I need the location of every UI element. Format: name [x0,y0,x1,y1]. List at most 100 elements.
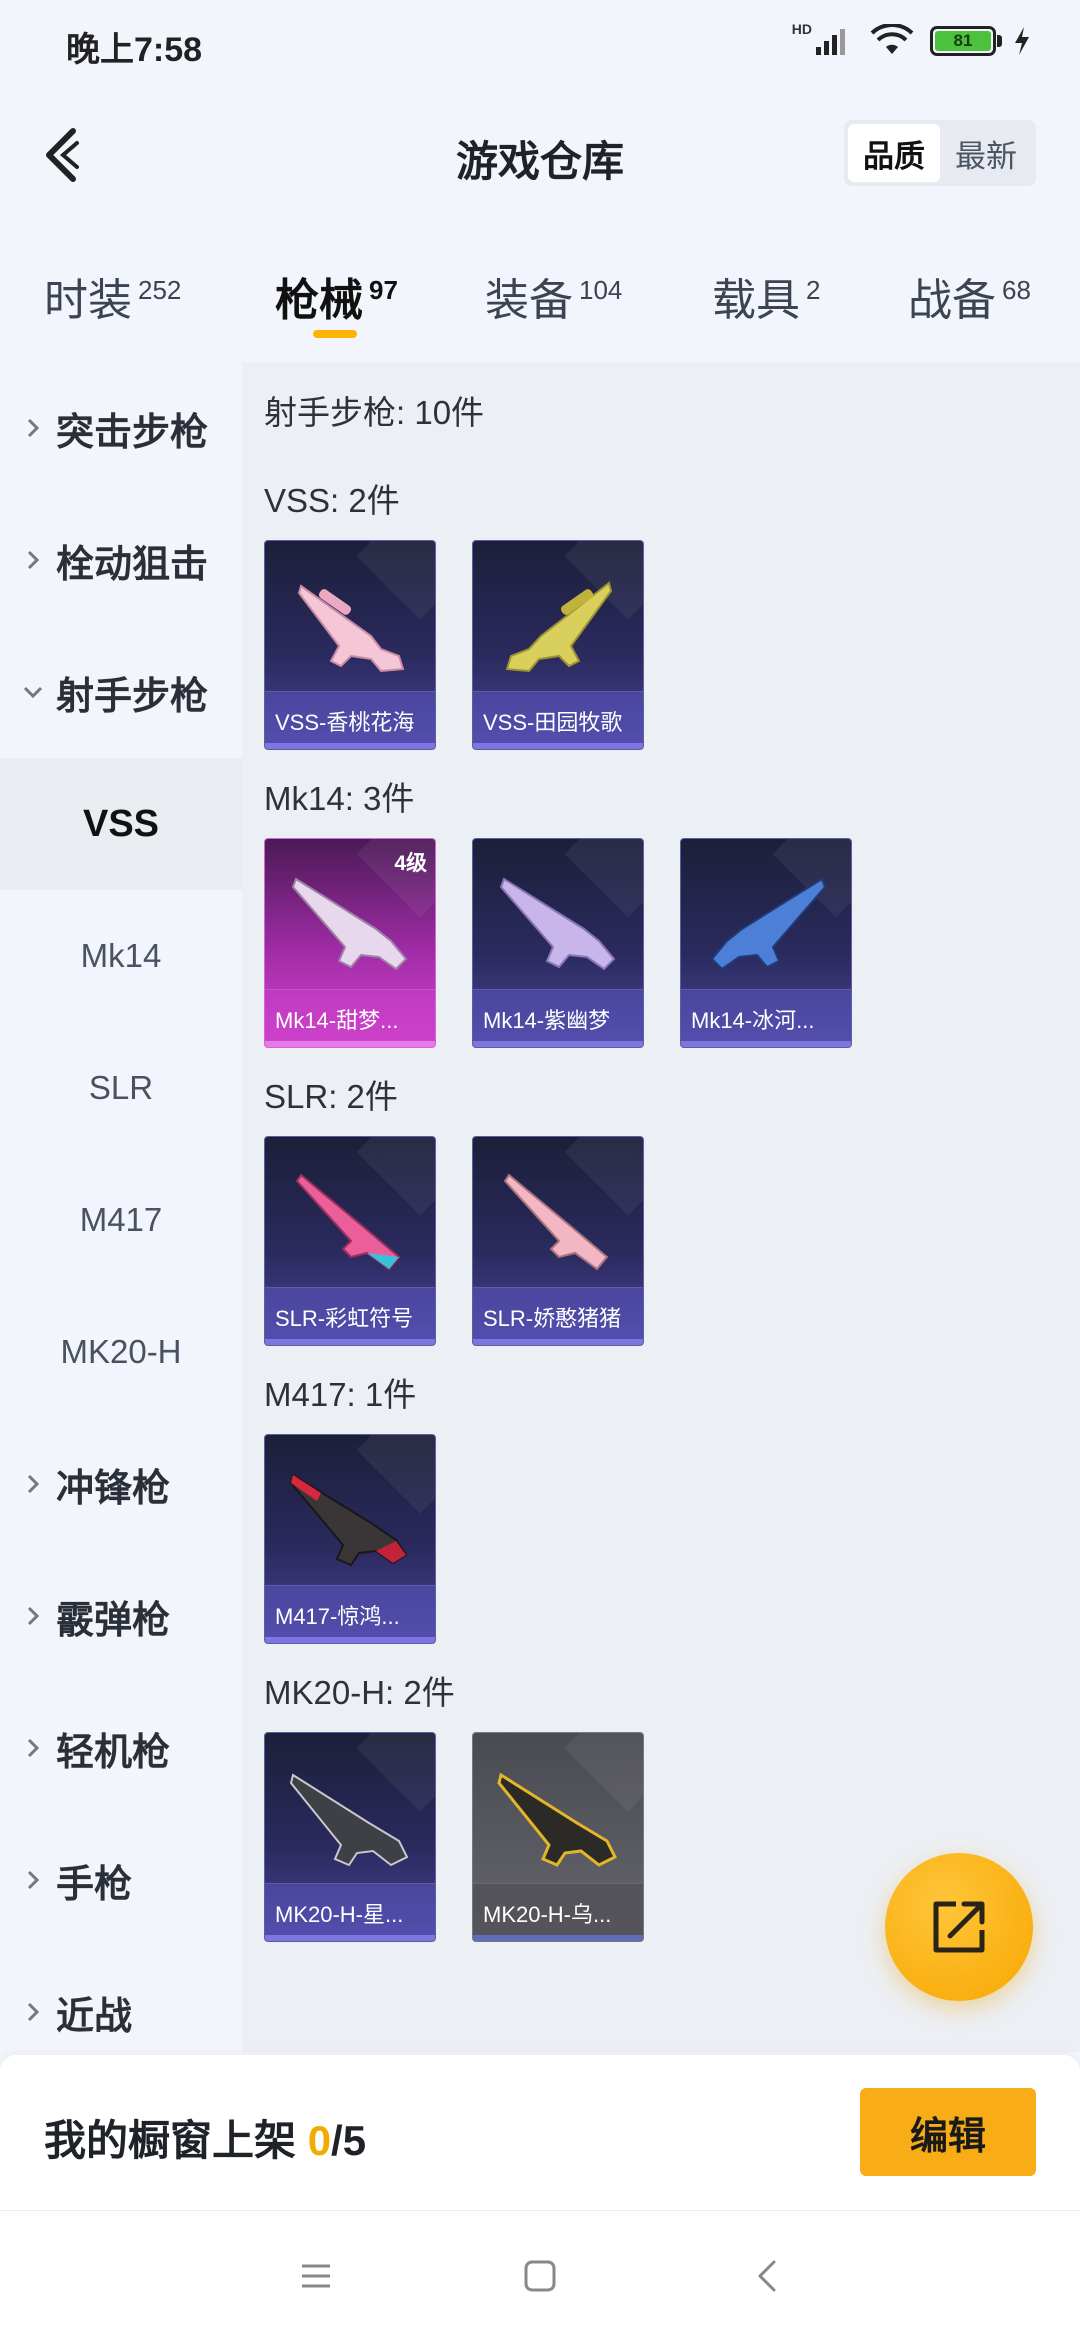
status-bar: 晚上7:58 HD 81 [0,0,1080,90]
tab-label: 战备 [908,276,996,325]
gun-image-icon [710,877,827,971]
sidebar-sub-vss[interactable]: VSS [0,758,242,890]
item-name: MK20-H-星... [275,1901,404,1927]
item-card[interactable]: MK20-H-星... [264,1732,436,1942]
card-name-bar: M417-惊鸿... [265,1585,435,1643]
share-button[interactable] [885,1853,1033,2001]
gun-image-icon [295,1173,401,1271]
tab-count: 68 [1002,275,1031,306]
card-name-bar: Mk14-冰河... [681,989,851,1047]
sidebar-sub-slr[interactable]: SLR [0,1022,242,1154]
sidebar-sub-mk20h[interactable]: MK20-H [0,1286,242,1418]
sidebar-sub-mk14[interactable]: Mk14 [0,890,242,1022]
item-card[interactable]: VSS-香桃花海 [264,540,436,750]
showcase-bar: 我的橱窗上架 0/5 编辑 [0,2055,1080,2210]
rarity-bar [265,1041,435,1047]
item-card[interactable]: Mk14-紫幽梦 [472,838,644,1048]
item-card[interactable]: VSS-田园牧歌 [472,540,644,750]
sort-quality-option[interactable]: 品质 [848,124,940,182]
sidebar-item-pistol[interactable]: 手枪 [0,1814,242,1946]
card-name-bar: Mk14-紫幽梦 [473,989,643,1047]
item-card[interactable]: 4级 Mk14-甜梦... [264,838,436,1048]
status-time: 晚上7:58 [66,31,203,69]
chevron-right-icon [0,2001,56,2023]
sidebar-item-label: 手枪 [56,1863,133,1906]
card-name-bar: SLR-娇憨猪猪 [473,1287,643,1345]
nav-back-button[interactable] [742,2251,792,2301]
sidebar-item-lmg[interactable]: 轻机枪 [0,1682,242,1814]
tab-firearms[interactable]: 枪械 97 [275,264,398,328]
item-card[interactable]: SLR-娇憨猪猪 [472,1136,644,1346]
share-external-icon [933,1901,985,1953]
group-title: M417: 1件 [264,1376,417,1413]
card-name-bar: SLR-彩虹符号 [265,1287,435,1345]
back-triangle-icon [758,2260,776,2292]
edit-button[interactable]: 编辑 [860,2088,1036,2176]
chevron-right-icon [0,1605,56,1627]
sidebar-item-shotgun[interactable]: 霰弹枪 [0,1550,242,1682]
group-title: VSS: 2件 [264,482,400,519]
showcase-count: 0 [307,2117,332,2164]
rarity-bar [265,1637,435,1643]
card-name-bar: MK20-H-乌... [473,1883,643,1941]
tab-count: 2 [806,275,821,306]
group-title: Mk14: 3件 [264,780,415,817]
sidebar-item-label: 射手步枪 [56,675,209,718]
tab-vehicles[interactable]: 载具 2 [712,264,820,328]
rarity-bar [473,1339,643,1345]
showcase-text: 我的橱窗上架 [44,2117,297,2164]
gun-image-icon [289,1773,409,1867]
item-name: Mk14-甜梦... [275,1007,399,1033]
sidebar-item-smg[interactable]: 冲锋枪 [0,1418,242,1550]
sort-newest-option[interactable]: 最新 [940,124,1032,182]
menu-icon [302,2264,330,2288]
rarity-bar [265,1935,435,1941]
home-square-icon [524,2260,556,2292]
sidebar-item-label: 栓动狙击 [56,543,209,586]
item-card[interactable]: MK20-H-乌... [472,1732,644,1942]
chevron-right-icon [0,1737,56,1759]
category-tabs: 时装 252 枪械 97 装备 104 载具 2 战备 68 [0,250,1080,360]
charging-icon [1015,27,1029,55]
tab-fashion[interactable]: 时装 252 [44,264,181,328]
card-name-bar: MK20-H-星... [265,1883,435,1941]
gun-image-icon [297,584,405,673]
system-nav-bar [0,2210,1080,2340]
gun-image-icon [497,1772,618,1867]
battery-icon: 81 [930,26,1002,56]
showcase-total: /5 [331,2117,367,2164]
section-title: 射手步枪: 10件 [264,394,485,431]
sidebar-item-bolt-sniper[interactable]: 栓动狙击 [0,494,242,626]
tab-label: 载具 [712,276,800,325]
battery-level: 81 [935,31,991,51]
showcase-label: 我的橱窗上架 0/5 [44,2107,366,2168]
item-name: VSS-田园牧歌 [483,709,623,735]
sidebar-item-assault-rifle[interactable]: 突击步枪 [0,362,242,494]
item-name: MK20-H-乌... [483,1901,612,1927]
nav-home-button[interactable] [515,2251,565,2301]
item-card[interactable]: M417-惊鸿... [264,1434,436,1644]
chevron-right-icon [0,1473,56,1495]
sidebar-item-marksman-rifle[interactable]: 射手步枪 [0,626,242,758]
hd-label: HD [791,21,812,37]
card-name-bar: VSS-田园牧歌 [473,691,643,749]
item-card[interactable]: Mk14-冰河... [680,838,852,1048]
tab-combat-gear[interactable]: 战备 68 [908,264,1031,328]
sidebar-sub-m417[interactable]: M417 [0,1154,242,1286]
item-name: SLR-彩虹符号 [275,1305,414,1331]
gun-image-icon [291,877,408,971]
card-name-bar: VSS-香桃花海 [265,691,435,749]
tab-equipment[interactable]: 装备 104 [485,264,622,328]
tab-count: 97 [369,275,398,306]
nav-menu-button[interactable] [291,2251,341,2301]
item-name: Mk14-紫幽梦 [483,1007,611,1033]
chevron-right-icon [0,1869,56,1891]
item-name: SLR-娇憨猪猪 [483,1305,622,1331]
tab-count: 252 [138,275,182,306]
rarity-bar [473,1935,643,1941]
sort-toggle: 品质 最新 [844,120,1036,186]
tab-label: 枪械 [275,276,363,325]
item-card[interactable]: SLR-彩虹符号 [264,1136,436,1346]
group-title: SLR: 2件 [264,1078,398,1115]
sidebar-item-label: 突击步枪 [56,411,209,454]
